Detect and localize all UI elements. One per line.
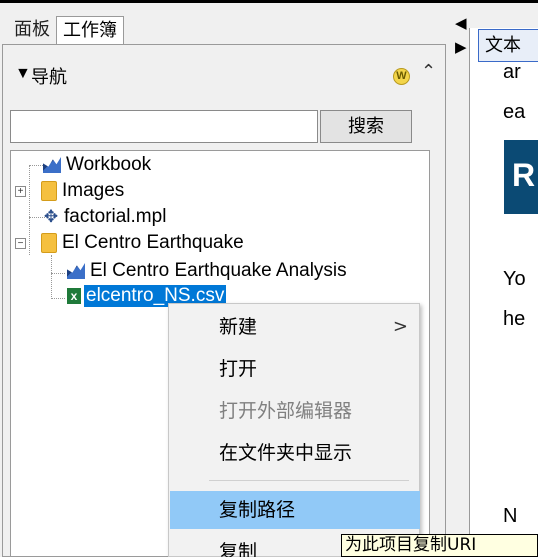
text-fragment: ar — [503, 63, 521, 83]
tab-panel[interactable]: 面板 — [8, 16, 56, 44]
menu-item-label: 复制路径 — [219, 499, 296, 521]
tree-item-label: factorial.mpl — [64, 206, 167, 227]
text-content-area: ar ea R Yo he N — [488, 63, 538, 557]
menu-item-show-in-folder[interactable]: 在文件夹中显示 — [170, 434, 420, 472]
context-menu: 新建 > 打开 打开外部编辑器 在文件夹中显示 复制路径 复制 — [168, 303, 420, 557]
tree-item-el-centro-folder[interactable]: − El Centro Earthquake — [15, 231, 246, 255]
navigation-title: 导航 — [31, 67, 67, 88]
search-button[interactable]: 搜索 — [320, 110, 412, 143]
chevron-right-icon: > — [392, 316, 408, 337]
collapse-icon[interactable]: − — [15, 237, 26, 249]
text-fragment: N — [503, 505, 518, 527]
workbook-icon — [43, 157, 61, 173]
text-fragment: Yo — [503, 268, 526, 290]
folder-icon — [41, 233, 57, 253]
tree-item-label: Images — [62, 180, 125, 201]
menu-item-label: 打开外部编辑器 — [219, 400, 353, 422]
menu-item-label: 复制 — [219, 541, 258, 557]
workbook-icon — [67, 263, 85, 279]
tree-item-label: El Centro Earthquake — [62, 232, 244, 253]
text-fragment: he — [503, 308, 526, 330]
plot-icon: ✥ — [43, 207, 59, 226]
menu-item-new[interactable]: 新建 > — [170, 308, 420, 346]
menu-separator — [209, 480, 409, 481]
tree-item-images[interactable]: + Images — [15, 179, 126, 203]
menu-item-label: 在文件夹中显示 — [219, 442, 353, 464]
top-border — [0, 0, 538, 3]
tree-item-workbook[interactable]: Workbook — [43, 153, 153, 177]
menu-item-label: 新建 — [219, 316, 258, 338]
tab-text[interactable]: 文本 — [478, 29, 538, 62]
tab-workbook[interactable]: 工作簿 — [56, 16, 124, 44]
folder-icon — [41, 181, 57, 201]
tree-connector-line — [51, 298, 65, 299]
menu-item-copy-path[interactable]: 复制路径 — [170, 491, 420, 529]
tree-item-label: Workbook — [66, 154, 152, 175]
tree-item-label: El Centro Earthquake Analysis — [90, 260, 347, 281]
collapse-triangle-icon[interactable]: ▼ — [15, 65, 31, 83]
heading-letter: R — [512, 157, 536, 193]
tree-item-el-centro-analysis[interactable]: El Centro Earthquake Analysis — [67, 259, 349, 283]
text-fragment: ea — [503, 101, 526, 123]
expand-icon[interactable]: + — [15, 185, 26, 197]
tooltip: 为此项目复制URI — [341, 534, 538, 557]
left-tab-bar: 面板 工作簿 — [8, 16, 124, 44]
tree-connector-line — [51, 273, 65, 274]
scroll-up-icon[interactable]: ⌃ — [421, 61, 436, 82]
csv-file-icon: x — [67, 288, 81, 304]
tree-connector-line — [51, 255, 52, 299]
menu-item-label: 打开 — [219, 358, 258, 380]
w-badge-icon[interactable]: W — [393, 68, 410, 85]
tree-item-factorial[interactable]: ✥ factorial.mpl — [43, 205, 168, 229]
collapse-left-arrow-icon[interactable]: ◀ — [455, 14, 467, 32]
menu-item-open[interactable]: 打开 — [170, 350, 420, 388]
menu-item-open-external-editor[interactable]: 打开外部编辑器 — [170, 392, 420, 430]
search-input[interactable] — [10, 110, 318, 143]
heading-block: R — [504, 140, 538, 214]
navigation-header[interactable]: ▼ 导航 W ⌃ — [3, 55, 443, 99]
expand-right-arrow-icon[interactable]: ▶ — [455, 38, 467, 56]
